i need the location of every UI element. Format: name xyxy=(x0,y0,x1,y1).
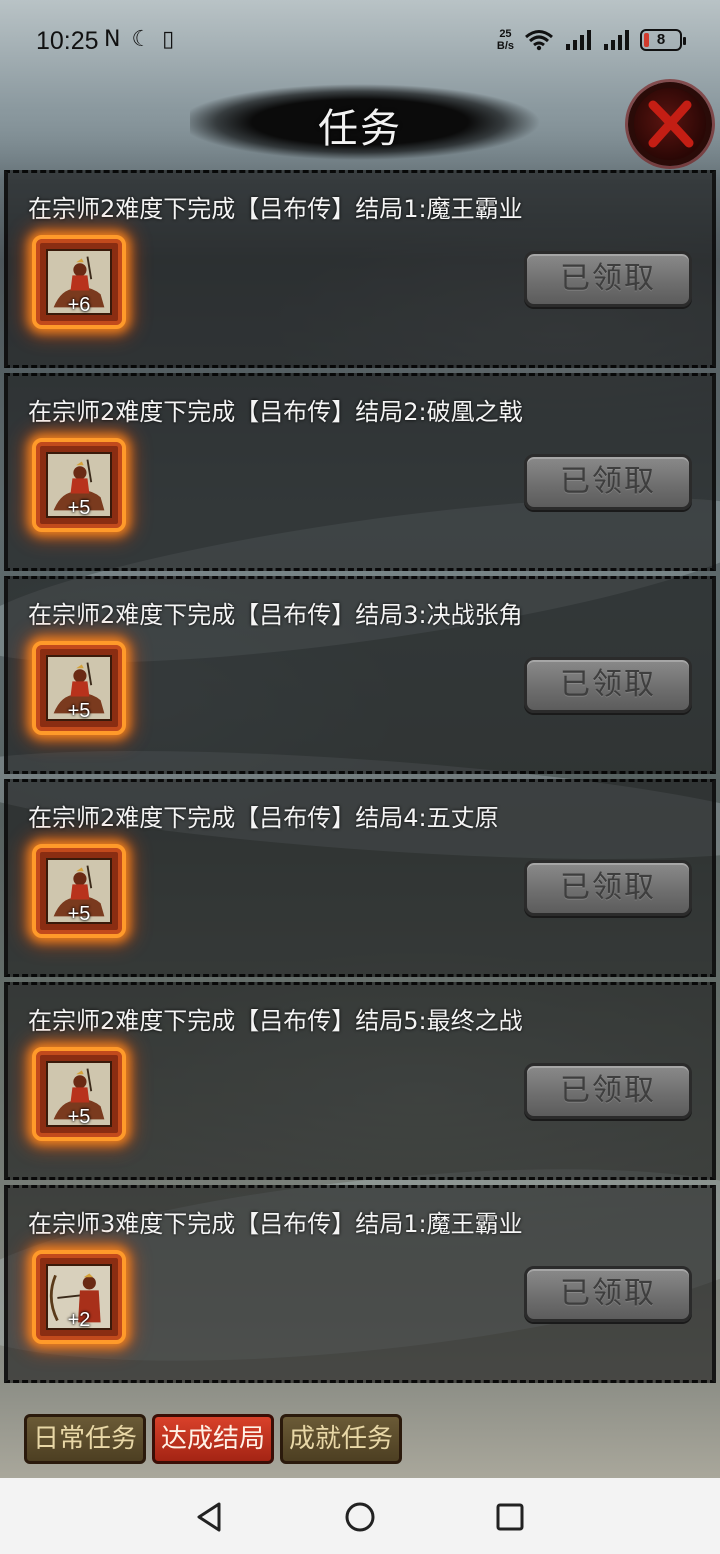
task-description: 在宗师3难度下完成【吕布传】结局1:魔王霸业 xyxy=(28,1210,523,1238)
task-card: 在宗师2难度下完成【吕布传】结局3:决战张角 +5 已领取 xyxy=(4,576,716,774)
task-card: 在宗师2难度下完成【吕布传】结局4:五丈原 +5 已领取 xyxy=(4,779,716,977)
back-icon[interactable] xyxy=(193,1500,227,1534)
reward-count: +5 xyxy=(67,497,91,519)
reward-item[interactable]: +5 xyxy=(32,1047,126,1141)
task-card: 在宗师3难度下完成【吕布传】结局1:魔王霸业 +2 已领取 xyxy=(4,1185,716,1383)
status-bar: 10:25 N ☾ ▯ 25 B/s 8 xyxy=(0,0,720,80)
task-card: 在宗师2难度下完成【吕布传】结局1:魔王霸业 +6 已领取 xyxy=(4,170,716,368)
reward-count: +2 xyxy=(67,1309,91,1331)
reward-item[interactable]: +5 xyxy=(32,844,126,938)
tab-endings-achieved[interactable]: 达成结局 xyxy=(152,1414,275,1464)
home-icon[interactable] xyxy=(343,1500,377,1534)
task-description: 在宗师2难度下完成【吕布传】结局5:最终之战 xyxy=(28,1007,523,1035)
reward-count: +5 xyxy=(67,903,91,925)
tab-bar: 日常任务 达成结局 成就任务 xyxy=(24,1414,403,1464)
close-icon xyxy=(648,100,694,148)
status-right: 25 B/s 8 xyxy=(497,28,686,52)
wifi-icon xyxy=(525,30,553,51)
page-title: 任务 xyxy=(318,106,402,152)
claimed-button[interactable]: 已领取 xyxy=(524,1063,692,1119)
net-speed-value: 25 xyxy=(499,28,512,40)
recent-apps-icon[interactable] xyxy=(493,1500,527,1534)
claimed-button[interactable]: 已领取 xyxy=(524,657,692,713)
net-speed-unit: B/s xyxy=(496,40,514,52)
battery-icon: 8 xyxy=(640,29,686,51)
notification-icons: N ☾ ▯ xyxy=(104,27,177,52)
reward-item[interactable]: +5 xyxy=(32,438,126,532)
claimed-button[interactable]: 已领取 xyxy=(524,454,692,510)
reward-count: +6 xyxy=(67,294,91,316)
task-card: 在宗师2难度下完成【吕布传】结局2:破凰之戟 +5 已领取 xyxy=(4,373,716,571)
system-nav-bar xyxy=(0,1478,720,1554)
battery-level: 8 xyxy=(656,31,666,48)
signal-icon xyxy=(566,30,591,50)
tab-daily-tasks[interactable]: 日常任务 xyxy=(24,1414,147,1464)
reward-count: +5 xyxy=(67,1106,91,1128)
task-description: 在宗师2难度下完成【吕布传】结局4:五丈原 xyxy=(28,804,499,832)
claimed-button[interactable]: 已领取 xyxy=(524,860,692,916)
task-card: 在宗师2难度下完成【吕布传】结局5:最终之战 +5 已领取 xyxy=(4,982,716,1180)
clock: 10:25 xyxy=(36,27,99,55)
task-description: 在宗师2难度下完成【吕布传】结局3:决战张角 xyxy=(28,601,523,629)
net-speed: 25 B/s xyxy=(497,28,514,52)
claimed-button[interactable]: 已领取 xyxy=(524,1266,692,1322)
tab-achievement-tasks[interactable]: 成就任务 xyxy=(280,1414,403,1464)
close-button[interactable] xyxy=(628,82,712,166)
reward-item[interactable]: +2 xyxy=(32,1250,126,1344)
task-description: 在宗师2难度下完成【吕布传】结局2:破凰之戟 xyxy=(28,398,523,426)
signal-icon xyxy=(604,30,629,50)
task-list[interactable]: 在宗师2难度下完成【吕布传】结局1:魔王霸业 +6 已领取 在宗师2难度下完成【吕布传… xyxy=(4,170,716,1400)
task-description: 在宗师2难度下完成【吕布传】结局1:魔王霸业 xyxy=(28,195,523,223)
reward-item[interactable]: +6 xyxy=(32,235,126,329)
reward-item[interactable]: +5 xyxy=(32,641,126,735)
claimed-button[interactable]: 已领取 xyxy=(524,251,692,307)
reward-count: +5 xyxy=(67,700,91,722)
